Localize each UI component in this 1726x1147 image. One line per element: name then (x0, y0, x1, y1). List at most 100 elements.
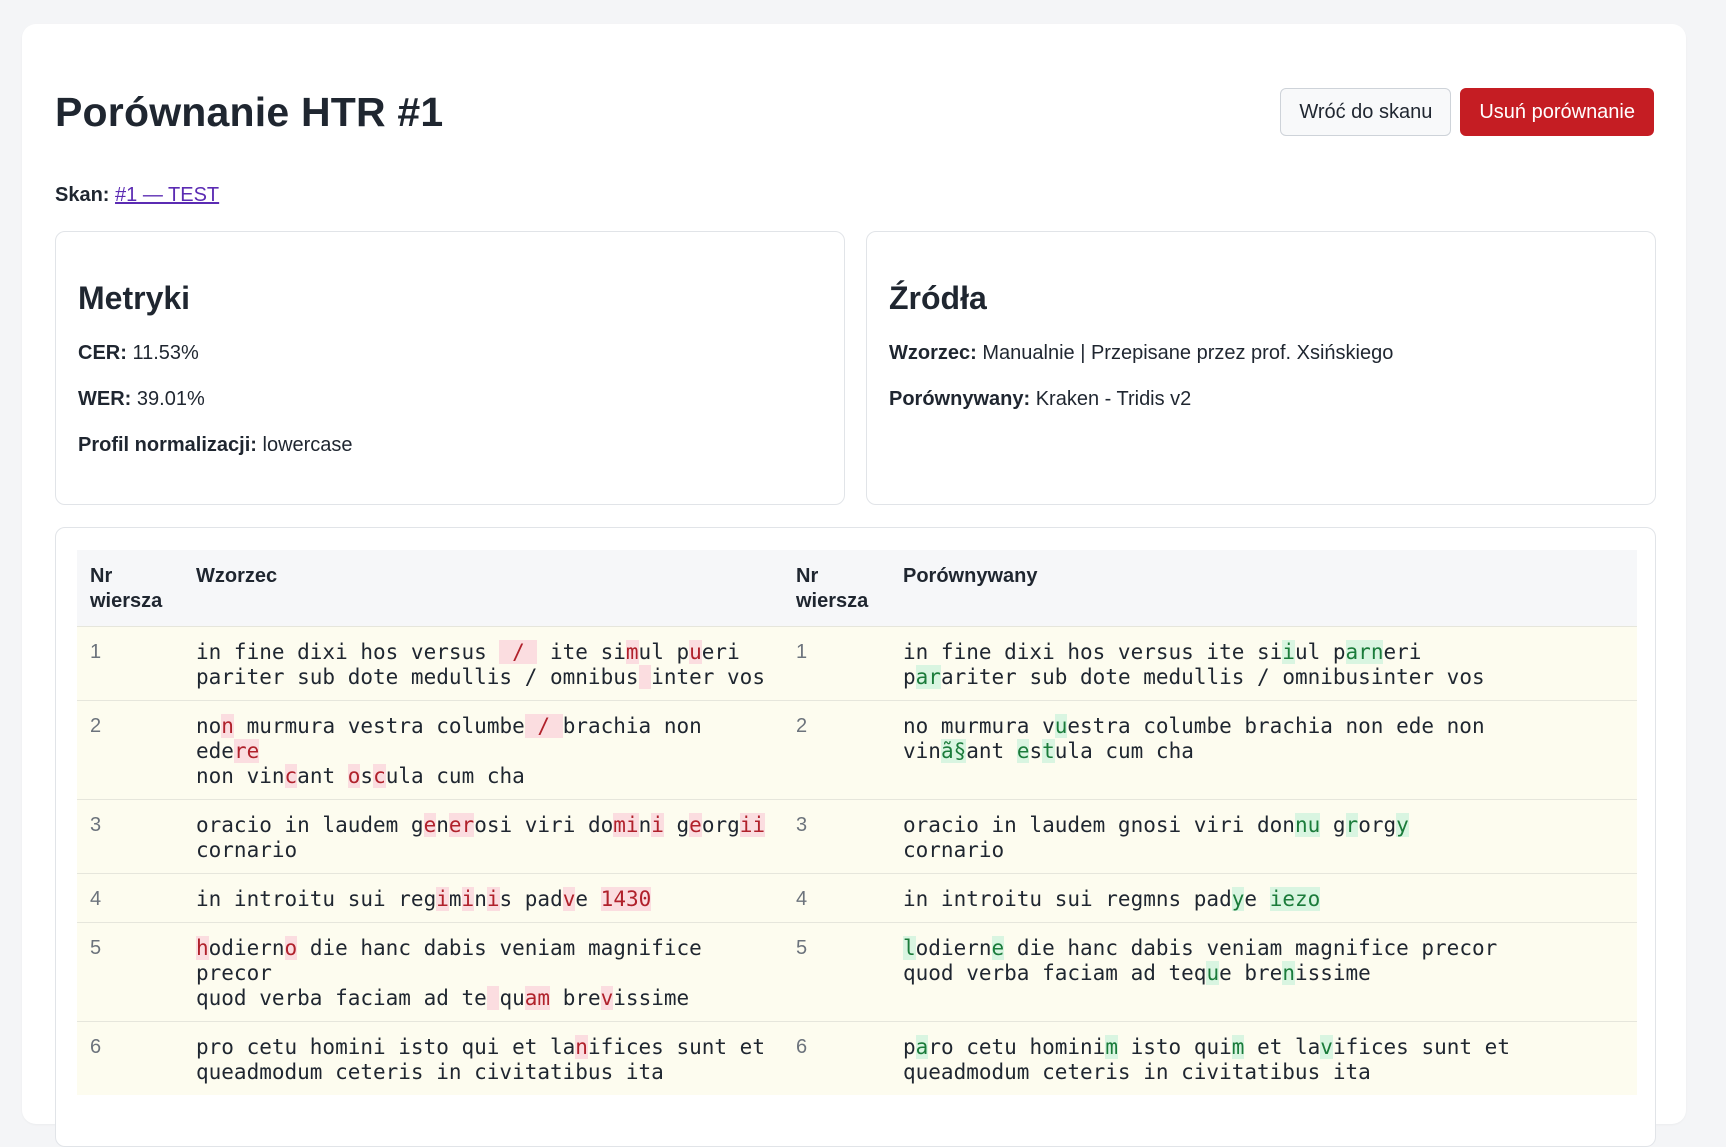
cer-metric: CER: 11.53% (78, 341, 822, 365)
deleted-chars-highlight: / (524, 714, 563, 738)
inserted-chars-highlight: l (903, 936, 916, 960)
inserted-chars-highlight: t (1042, 739, 1055, 763)
deleted-chars-highlight: u (689, 640, 702, 664)
inserted-chars-highlight: u (1054, 714, 1068, 738)
inserted-chars-highlight: ar (915, 665, 941, 689)
back-to-scan-button[interactable]: Wróć do skanu (1280, 88, 1452, 136)
deleted-chars-highlight: v (600, 986, 614, 1010)
page-title: Porównanie HTR #1 (55, 88, 444, 135)
profile-value: lowercase (262, 434, 353, 456)
deleted-chars-highlight (486, 986, 500, 1010)
hypothesis-line-text: in introitu sui regmns padye iezo (890, 873, 1637, 923)
deleted-chars-highlight: / (499, 640, 538, 664)
hypothesis-line-number: 4 (783, 873, 890, 923)
deleted-chars-highlight: i (436, 887, 449, 911)
scan-link[interactable]: #1 — TEST (115, 184, 219, 206)
deleted-chars-highlight: m (625, 640, 639, 664)
delete-comparison-button[interactable]: Usuń porównanie (1460, 88, 1654, 136)
table-row: 3 oracio in laudem generosi viri domini g… (77, 799, 1637, 874)
table-row: 6 pro cetu homini isto qui et lanifices s… (77, 1021, 1637, 1095)
inserted-chars-highlight: iezo (1269, 887, 1321, 911)
reference-line-number: 3 (77, 799, 183, 874)
deleted-chars-highlight: i (651, 813, 664, 837)
column-header-reference: Wzorzec (183, 550, 783, 627)
reference-line-text: hodierno die hanc dabis veniam magnifice… (183, 922, 783, 1022)
reference-line-number: 6 (77, 1021, 183, 1095)
deleted-chars-highlight: 1430 (600, 887, 652, 911)
reference-label: Wzorzec: (889, 342, 977, 364)
table-row: 1 in fine dixi hos versus / ite simul pue… (77, 626, 1637, 701)
hypothesis-line-number: 6 (783, 1021, 890, 1095)
normalization-profile: Profil normalizacji: lowercase (78, 433, 822, 457)
hypothesis-label: Porównywany: (889, 388, 1031, 410)
table-header-row: Nr wiersza Wzorzec Nr wiersza Porównywan… (77, 550, 1637, 627)
reference-line-number: 1 (77, 626, 183, 701)
wer-label: WER: (78, 388, 132, 410)
wer-value: 39.01% (136, 388, 205, 410)
table-row: 4 in introitu sui regiminis padve 1430 4 in… (77, 873, 1637, 923)
hypothesis-line-number: 3 (783, 799, 890, 874)
metrics-card: Metryki CER: 11.53% WER: 39.01% Profil n… (55, 231, 845, 505)
deleted-chars-highlight: e (689, 813, 702, 837)
deleted-chars-highlight: c (373, 764, 386, 788)
hypothesis-value: Kraken - Tridis v2 (1035, 388, 1192, 410)
deleted-chars-highlight: n (221, 714, 234, 738)
scan-info: Skan: #1 — TEST (55, 184, 219, 207)
reference-line-number: 2 (77, 700, 183, 800)
deleted-chars-highlight: c (284, 764, 298, 788)
scan-label: Skan: (55, 184, 110, 206)
inserted-chars-highlight: r (1345, 813, 1359, 837)
inserted-chars-highlight: arn (1345, 640, 1384, 664)
wer-metric: WER: 39.01% (78, 387, 822, 411)
inserted-chars-highlight: ã§ (940, 739, 967, 763)
inserted-chars-highlight: e (1016, 739, 1030, 763)
reference-line-text: in fine dixi hos versus / ite simul puer… (183, 626, 783, 701)
inserted-chars-highlight: m (1231, 1035, 1245, 1059)
deleted-chars-highlight: v (562, 887, 576, 911)
table-row: 2 non murmura vestra columbe / brachia no… (77, 700, 1637, 800)
deleted-chars-highlight: o (284, 936, 298, 960)
comparison-table: Nr wiersza Wzorzec Nr wiersza Porównywan… (77, 550, 1637, 1095)
sources-card: Źródła Wzorzec: Manualnie | Przepisane p… (866, 231, 1656, 505)
reference-line-text: in introitu sui regiminis padve 1430 (183, 873, 783, 923)
comparison-table-card: Nr wiersza Wzorzec Nr wiersza Porównywan… (55, 527, 1656, 1147)
deleted-chars-highlight: re (233, 739, 260, 763)
header-actions: Wróć do skanu Usuń porównanie (1280, 88, 1654, 136)
deleted-chars-highlight: o (347, 764, 361, 788)
hypothesis-line-number: 2 (783, 700, 890, 800)
inserted-chars-highlight: y (1396, 813, 1409, 837)
reference-line-text: oracio in laudem generosi viri domini ge… (183, 799, 783, 874)
inserted-chars-highlight: i (1282, 640, 1295, 664)
deleted-chars-highlight: n (575, 1035, 588, 1059)
column-header-line-number: Nr wiersza (783, 550, 890, 627)
cer-value: 11.53% (132, 342, 199, 364)
page-container: Porównanie HTR #1 Wróć do skanu Usuń por… (22, 24, 1686, 1147)
hypothesis-source: Porównywany: Kraken - Tridis v2 (889, 387, 1633, 411)
sources-heading: Źródła (889, 280, 987, 316)
hypothesis-line-text: lodierne die hanc dabis veniam magnifice… (890, 922, 1637, 1022)
hypothesis-line-text: paro cetu hominim isto quim et lavifices… (890, 1021, 1637, 1095)
inserted-chars-highlight: u (1206, 961, 1220, 985)
reference-line-number: 5 (77, 922, 183, 1022)
column-header-hypothesis: Porównywany (890, 550, 1637, 627)
inserted-chars-highlight: m (1105, 1035, 1118, 1059)
deleted-chars-highlight: er (448, 813, 475, 837)
page-header: Porównanie HTR #1 Wróć do skanu Usuń por… (55, 84, 1654, 140)
hypothesis-line-text: oracio in laudem gnosi viri donnu grorgy… (890, 799, 1637, 874)
table-row: 5 hodierno die hanc dabis veniam magnific… (77, 922, 1637, 1022)
deleted-chars-highlight: mi (613, 813, 639, 837)
metrics-heading: Metryki (78, 280, 191, 316)
table-body: 1 in fine dixi hos versus / ite simul pue… (77, 626, 1637, 1095)
hypothesis-line-number: 5 (783, 922, 890, 1022)
column-header-line-number: Nr wiersza (77, 550, 183, 627)
deleted-chars-highlight: ii (739, 813, 766, 837)
inserted-chars-highlight: v (1320, 1035, 1333, 1059)
cer-label: CER: (78, 342, 127, 364)
inserted-chars-highlight: e (991, 936, 1005, 960)
inserted-chars-highlight: n (1282, 961, 1295, 985)
hypothesis-line-text: no murmura vuestra columbe brachia non e… (890, 700, 1637, 800)
deleted-chars-highlight: i (486, 887, 500, 911)
deleted-chars-highlight: h (196, 936, 209, 960)
hypothesis-line-text: in fine dixi hos versus ite siiul parner… (890, 626, 1637, 701)
deleted-chars-highlight: e (423, 813, 437, 837)
